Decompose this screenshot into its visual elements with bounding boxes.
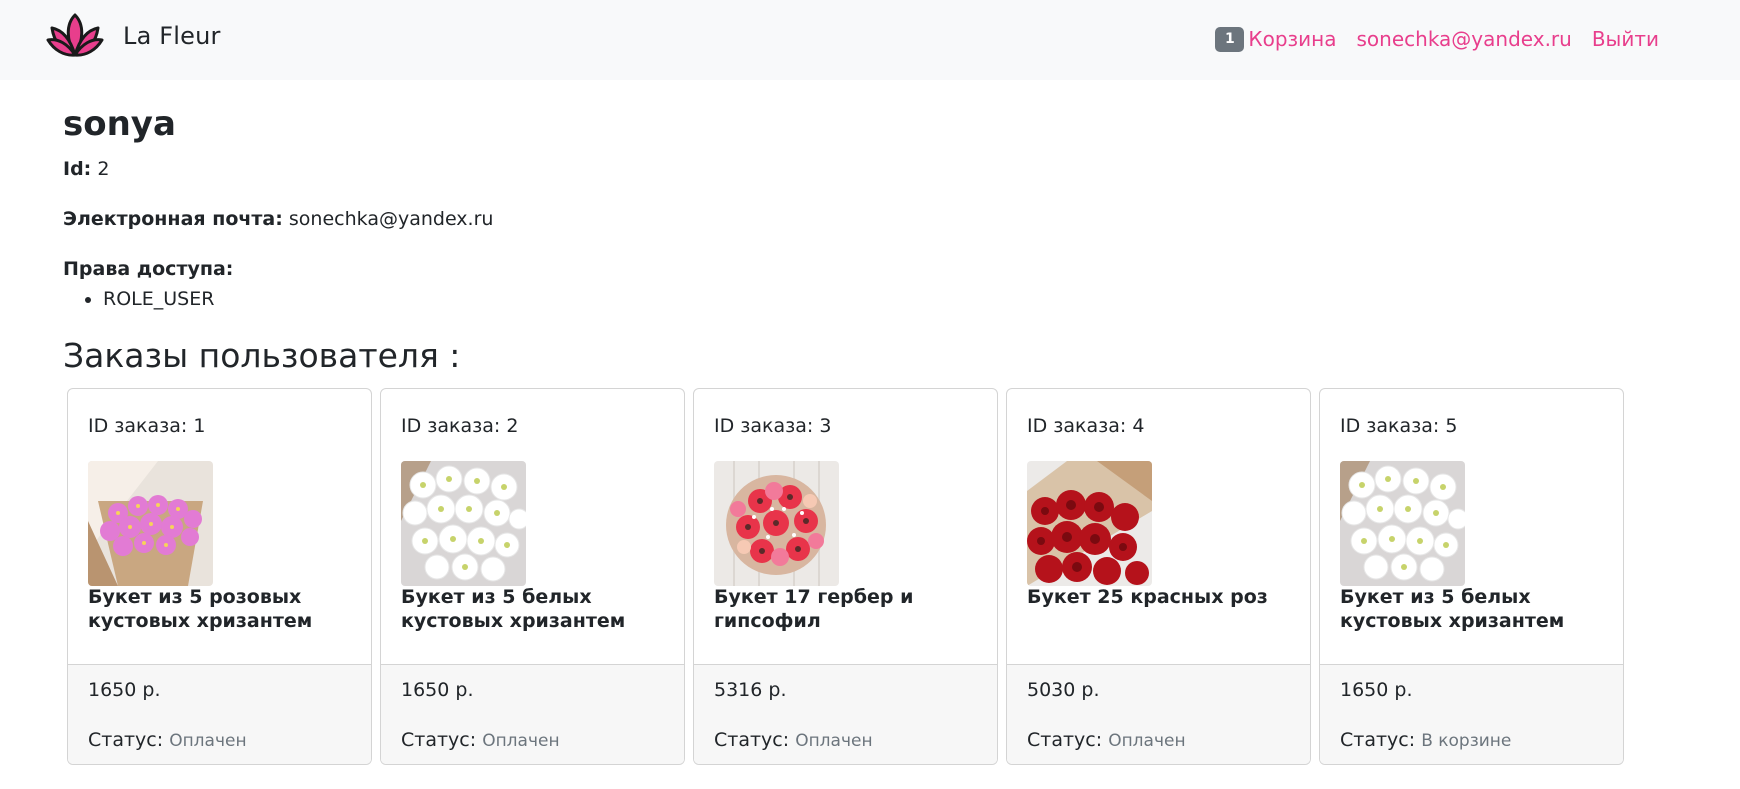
id-label: Id:: [63, 158, 92, 180]
order-price: 5030 р.: [1027, 679, 1100, 701]
order-price: 1650 р.: [401, 679, 474, 701]
order-card: ID заказа: 2 Букет из 5 белых кустовых х…: [380, 388, 685, 765]
order-card: ID заказа: 1 Букет из 5 розовых кустовых…: [67, 388, 372, 765]
order-status: Статус: Оплачен: [714, 729, 873, 751]
user-email-link[interactable]: sonechka@yandex.ru: [1357, 27, 1572, 51]
status-value: Оплачен: [482, 731, 560, 751]
order-id: ID заказа: 1: [88, 415, 206, 437]
order-price: 1650 р.: [1340, 679, 1413, 701]
order-price: 5316 р.: [714, 679, 787, 701]
cart-count-badge: 1: [1215, 26, 1245, 52]
order-id: ID заказа: 3: [714, 415, 832, 437]
order-id: ID заказа: 4: [1027, 415, 1145, 437]
order-card: ID заказа: 4 Букет 25 красных роз 5030 р…: [1006, 388, 1311, 765]
product-name: Букет 17 гербер и гипсофил: [714, 586, 914, 632]
status-label: Статус:: [1027, 729, 1103, 751]
status-value: Оплачен: [1108, 731, 1186, 751]
status-label: Статус:: [714, 729, 790, 751]
navbar: La Fleur 1 Корзина sonechka@yandex.ru Вы…: [0, 0, 1740, 80]
orders-title: Заказы пользователя :: [63, 336, 461, 375]
role-item: ROLE_USER: [103, 288, 214, 310]
order-card-footer: 1650 р. Статус: В корзине: [1320, 664, 1623, 764]
roles-line: Права доступа:: [63, 258, 233, 280]
product-name: Букет из 5 белых кустовых хризантем: [1340, 586, 1565, 632]
cart-link[interactable]: 1 Корзина: [1215, 26, 1337, 52]
status-value: В корзине: [1421, 731, 1512, 751]
order-card-footer: 1650 р. Статус: Оплачен: [381, 664, 684, 764]
order-card-footer: 5030 р. Статус: Оплачен: [1007, 664, 1310, 764]
nav-right: 1 Корзина sonechka@yandex.ru Выйти: [1215, 24, 1659, 54]
pink-chrysanthemum-bouquet-image: [88, 461, 213, 586]
order-id: ID заказа: 5: [1340, 415, 1458, 437]
order-card-footer: 1650 р. Статус: Оплачен: [68, 664, 371, 764]
gerbera-bouquet-image: [714, 461, 839, 586]
product-name: Букет из 5 белых кустовых хризантем: [401, 586, 626, 632]
lotus-logo-icon[interactable]: [46, 12, 104, 58]
white-chrysanthemum-bouquet-image: [401, 461, 526, 586]
order-status: Статус: Оплачен: [1027, 729, 1186, 751]
status-label: Статус:: [88, 729, 164, 751]
email-label: Электронная почта:: [63, 208, 283, 230]
order-card: ID заказа: 5 Букет из 5 белых кустовых х…: [1319, 388, 1624, 765]
order-status: Статус: Оплачен: [401, 729, 560, 751]
id-value: 2: [97, 158, 110, 180]
order-card-body: ID заказа: 5 Букет из 5 белых кустовых х…: [1320, 389, 1623, 664]
order-status: Статус: Оплачен: [88, 729, 247, 751]
roles-list: ROLE_USER: [103, 288, 214, 310]
status-value: Оплачен: [169, 731, 247, 751]
white-chrysanthemum-bouquet-image: [1340, 461, 1465, 586]
product-name: Букет 25 красных роз: [1027, 586, 1268, 608]
status-label: Статус:: [401, 729, 477, 751]
order-status: Статус: В корзине: [1340, 729, 1511, 751]
order-id: ID заказа: 2: [401, 415, 519, 437]
username-heading: sonya: [63, 104, 176, 144]
order-card-body: ID заказа: 3 Букет 17 гербер и гипсофил: [694, 389, 997, 664]
logout-link[interactable]: Выйти: [1592, 27, 1659, 51]
user-email-line: Электронная почта: sonechka@yandex.ru: [63, 208, 493, 230]
red-roses-bouquet-image: [1027, 461, 1152, 586]
order-card: ID заказа: 3 Букет 17 гербер и гипсофил …: [693, 388, 998, 765]
brand-link[interactable]: La Fleur: [123, 22, 221, 50]
order-card-body: ID заказа: 2 Букет из 5 белых кустовых х…: [381, 389, 684, 664]
status-label: Статус:: [1340, 729, 1416, 751]
orders-list: ID заказа: 1 Букет из 5 розовых кустовых…: [67, 388, 1624, 765]
order-card-footer: 5316 р. Статус: Оплачен: [694, 664, 997, 764]
order-card-body: ID заказа: 4 Букет 25 красных роз: [1007, 389, 1310, 664]
order-card-body: ID заказа: 1 Букет из 5 розовых кустовых…: [68, 389, 371, 664]
roles-label: Права доступа:: [63, 258, 234, 280]
status-value: Оплачен: [795, 731, 873, 751]
product-name: Букет из 5 розовых кустовых хризантем: [88, 586, 313, 632]
cart-label: Корзина: [1248, 27, 1337, 51]
user-id-line: Id: 2: [63, 158, 109, 180]
order-price: 1650 р.: [88, 679, 161, 701]
email-value: sonechka@yandex.ru: [288, 208, 494, 230]
